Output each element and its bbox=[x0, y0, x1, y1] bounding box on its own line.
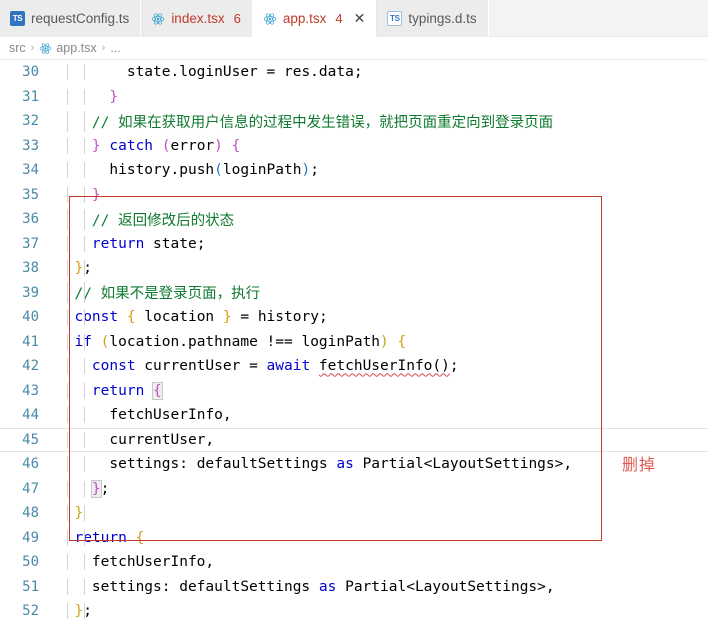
code-line[interactable]: 36 // 返回修改后的状态 bbox=[0, 207, 708, 232]
line-number: 31 bbox=[22, 88, 39, 105]
code-line-text[interactable]: // 返回修改后的状态 bbox=[52, 208, 708, 230]
line-number: 38 bbox=[22, 260, 39, 277]
editor-tab-label: requestConfig.ts bbox=[31, 11, 130, 26]
code-line[interactable]: 42 const currentUser = await fetchUserIn… bbox=[0, 354, 708, 379]
code-line[interactable]: 33 } catch (error) { bbox=[0, 134, 708, 159]
editor-tab-label: typings.d.ts bbox=[408, 11, 477, 26]
code-line-text[interactable]: return { bbox=[52, 381, 708, 400]
editor-tab-badge: 4 bbox=[335, 11, 343, 26]
breadcrumb-separator: › bbox=[101, 42, 106, 54]
code-line-text[interactable]: }; bbox=[52, 479, 708, 498]
typescript-file-icon: TS bbox=[10, 11, 25, 26]
line-number: 41 bbox=[22, 333, 39, 350]
line-number: 45 bbox=[22, 431, 39, 448]
editor-tab-typings-d-ts[interactable]: TS typings.d.ts bbox=[377, 0, 489, 37]
editor-tab-badge: 6 bbox=[233, 11, 241, 26]
code-line[interactable]: 38 }; bbox=[0, 256, 708, 281]
editor-tab-requestConfig-ts[interactable]: TS requestConfig.ts bbox=[0, 0, 142, 37]
code-line-text[interactable]: history.push(loginPath); bbox=[52, 162, 708, 179]
line-number: 32 bbox=[22, 113, 39, 130]
annotation-delete-note: 删掉 bbox=[622, 455, 657, 474]
code-line-text[interactable]: fetchUserInfo, bbox=[52, 407, 708, 424]
react-file-icon bbox=[39, 42, 52, 55]
line-number: 39 bbox=[22, 284, 39, 301]
react-file-icon bbox=[151, 12, 165, 26]
line-number: 40 bbox=[22, 309, 39, 326]
breadcrumb-item[interactable]: src bbox=[9, 41, 26, 55]
code-line-text[interactable]: state.loginUser = res.data; bbox=[52, 64, 708, 81]
code-editor[interactable]: 30 state.loginUser = res.data; 31 } 32 // … bbox=[0, 60, 708, 624]
tab-bar-filler bbox=[488, 0, 708, 36]
code-line[interactable]: 37 return state; bbox=[0, 232, 708, 257]
code-line[interactable]: 44 fetchUserInfo, bbox=[0, 403, 708, 428]
line-number: 35 bbox=[22, 186, 39, 203]
code-line-text[interactable]: return state; bbox=[52, 235, 708, 252]
line-number: 43 bbox=[22, 382, 39, 399]
typescript-file-icon: TS bbox=[387, 11, 403, 26]
code-line[interactable]: 39 // 如果不是登录页面，执行 bbox=[0, 281, 708, 306]
code-line-text[interactable]: return { bbox=[52, 529, 708, 546]
editor-tab-index-tsx[interactable]: index.tsx 6 bbox=[141, 0, 253, 37]
breadcrumb-item-label: ... bbox=[110, 41, 121, 55]
code-line[interactable]: 34 history.push(loginPath); bbox=[0, 158, 708, 183]
code-line[interactable]: 35 } bbox=[0, 183, 708, 208]
code-line[interactable]: 51 settings: defaultSettings as Partial<… bbox=[0, 575, 708, 600]
code-line[interactable]: 30 state.loginUser = res.data; bbox=[0, 60, 708, 85]
code-line-text[interactable]: }; bbox=[52, 603, 708, 620]
code-line-text[interactable]: settings: defaultSettings as Partial<Lay… bbox=[52, 578, 708, 595]
code-line-text[interactable]: } bbox=[52, 505, 708, 522]
breadcrumb-item[interactable]: ... bbox=[110, 41, 120, 55]
editor-tab-bar: TS requestConfig.ts index.tsx 6 app.tsx 4 ✕ TS t… bbox=[0, 0, 708, 37]
vscode-editor-window: TS requestConfig.ts index.tsx 6 app.tsx 4 ✕ TS t… bbox=[0, 0, 708, 624]
line-number: 30 bbox=[22, 64, 39, 81]
line-number: 52 bbox=[22, 603, 39, 620]
code-line-text[interactable]: currentUser, bbox=[52, 431, 708, 448]
code-line-text[interactable]: const { location } = history; bbox=[52, 309, 708, 326]
code-line-text[interactable]: const currentUser = await fetchUserInfo(… bbox=[52, 358, 708, 375]
code-line-text[interactable]: settings: defaultSettings as Partial<Lay… bbox=[52, 456, 708, 473]
line-number: 37 bbox=[22, 235, 39, 252]
breadcrumb-item[interactable]: app.tsx bbox=[39, 41, 97, 55]
line-number: 46 bbox=[22, 456, 39, 473]
code-line[interactable]: 40 const { location } = history; bbox=[0, 305, 708, 330]
code-line[interactable]: 31 } bbox=[0, 85, 708, 110]
line-number: 51 bbox=[22, 578, 39, 595]
breadcrumb-separator: › bbox=[30, 42, 35, 54]
react-file-icon bbox=[263, 12, 277, 26]
code-line[interactable]: 32 // 如果在获取用户信息的过程中发生错误，就把页面重定向到登录页面 bbox=[0, 109, 708, 134]
code-line[interactable]: 47 }; bbox=[0, 477, 708, 502]
code-line[interactable]: 43 return { bbox=[0, 379, 708, 404]
code-line[interactable]: 52 }; bbox=[0, 599, 708, 624]
code-line-text[interactable]: } bbox=[52, 186, 708, 203]
line-number: 49 bbox=[22, 529, 39, 546]
close-icon[interactable]: ✕ bbox=[354, 12, 366, 26]
code-line-text[interactable]: fetchUserInfo, bbox=[52, 554, 708, 571]
code-line[interactable]: 46 settings: defaultSettings as Partial<… bbox=[0, 452, 708, 477]
code-line[interactable]: 50 fetchUserInfo, bbox=[0, 550, 708, 575]
line-number: 36 bbox=[22, 211, 39, 228]
code-line-text[interactable]: // 如果不是登录页面，执行 bbox=[52, 282, 708, 304]
line-number: 33 bbox=[22, 137, 39, 154]
line-number: 42 bbox=[22, 358, 39, 375]
editor-tab-label: app.tsx bbox=[282, 11, 327, 26]
code-line-text[interactable]: if (location.pathname !== loginPath) { bbox=[52, 333, 708, 350]
code-line-text[interactable]: // 如果在获取用户信息的过程中发生错误，就把页面重定向到登录页面 bbox=[52, 110, 708, 132]
breadcrumb-item-label: src bbox=[9, 41, 26, 55]
line-number: 50 bbox=[22, 554, 39, 571]
code-line-text[interactable]: }; bbox=[52, 260, 708, 277]
code-line[interactable]: 48 } bbox=[0, 501, 708, 526]
line-number: 47 bbox=[22, 480, 39, 497]
line-number: 34 bbox=[22, 162, 39, 179]
code-line[interactable]: 41 if (location.pathname !== loginPath) … bbox=[0, 330, 708, 355]
breadcrumb: src › app.tsx ›... bbox=[0, 37, 708, 60]
code-line-text[interactable]: } bbox=[52, 88, 708, 105]
code-line-text[interactable]: } catch (error) { bbox=[52, 137, 708, 154]
code-line[interactable]: 49 return { bbox=[0, 526, 708, 551]
editor-tab-app-tsx[interactable]: app.tsx 4 ✕ bbox=[252, 0, 378, 37]
editor-tab-label: index.tsx bbox=[171, 11, 225, 26]
line-number: 44 bbox=[22, 407, 39, 424]
line-number: 48 bbox=[22, 505, 39, 522]
breadcrumb-item-label: app.tsx bbox=[56, 41, 97, 55]
code-line[interactable]: 45 currentUser, bbox=[0, 427, 708, 452]
